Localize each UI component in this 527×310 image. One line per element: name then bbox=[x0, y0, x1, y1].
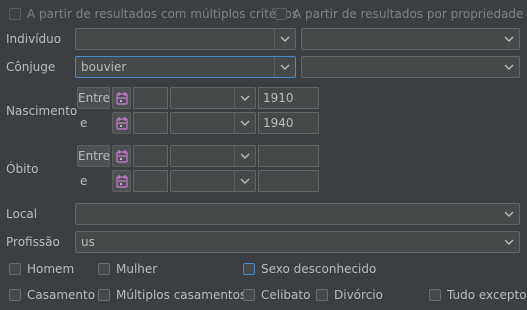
birth-between-button[interactable]: Entre bbox=[77, 87, 110, 109]
birth-to-qualifier-combo[interactable] bbox=[170, 112, 256, 134]
individual-combo[interactable] bbox=[75, 28, 296, 50]
death-to-qualifier-combo[interactable] bbox=[170, 170, 256, 192]
spouse-value: bouvier bbox=[81, 60, 127, 74]
chevron-down-icon[interactable] bbox=[235, 113, 255, 133]
calendar-icon[interactable] bbox=[112, 87, 131, 109]
female-label: Mulher bbox=[116, 262, 158, 276]
birth-to-modifier[interactable] bbox=[133, 112, 168, 134]
multiple-marriages-checkbox[interactable] bbox=[98, 289, 110, 301]
birth-and-label: e bbox=[80, 116, 88, 130]
spouse-combo[interactable]: bouvier bbox=[75, 56, 296, 78]
birth-to-year-input[interactable]: 1940 bbox=[258, 112, 319, 134]
death-from-year-input[interactable] bbox=[258, 145, 319, 167]
unknown-sex-checkbox[interactable] bbox=[243, 263, 255, 275]
death-and-label: e bbox=[80, 174, 88, 188]
by-property-checkbox[interactable] bbox=[275, 8, 287, 20]
divorce-label: Divórcio bbox=[334, 288, 383, 302]
divorce-checkbox[interactable] bbox=[316, 289, 328, 301]
chevron-down-icon[interactable] bbox=[235, 146, 255, 166]
death-from-modifier[interactable] bbox=[133, 145, 168, 167]
chevron-down-icon[interactable] bbox=[235, 88, 255, 108]
all-except-checkbox[interactable] bbox=[429, 289, 441, 301]
marriage-checkbox[interactable] bbox=[9, 289, 21, 301]
unknown-sex-label: Sexo desconhecido bbox=[261, 262, 377, 276]
calendar-icon[interactable] bbox=[112, 112, 131, 134]
chevron-down-icon[interactable] bbox=[499, 232, 519, 252]
chevron-down-icon[interactable] bbox=[499, 204, 519, 224]
marriage-label: Casamento bbox=[27, 288, 96, 302]
individual-combo-secondary[interactable] bbox=[301, 28, 520, 50]
by-property-label: A partir de resultados por propriedade bbox=[293, 7, 524, 21]
death-to-year-input[interactable] bbox=[258, 170, 319, 192]
calendar-icon[interactable] bbox=[112, 170, 131, 192]
birth-label: Nascimento bbox=[6, 104, 78, 118]
spouse-label: Cônjuge bbox=[6, 60, 56, 74]
death-label: Óbito bbox=[6, 162, 39, 176]
all-except-label: Tudo excepto bbox=[447, 288, 527, 302]
chevron-down-icon[interactable] bbox=[499, 57, 519, 77]
death-from-qualifier-combo[interactable] bbox=[170, 145, 256, 167]
birth-from-qualifier-combo[interactable] bbox=[170, 87, 256, 109]
multi-criteria-label: A partir de resultados com múltiplos cri… bbox=[27, 7, 299, 21]
place-combo[interactable] bbox=[75, 203, 520, 225]
chevron-down-icon[interactable] bbox=[275, 29, 295, 49]
birth-from-modifier[interactable] bbox=[133, 87, 168, 109]
chevron-down-icon[interactable] bbox=[499, 29, 519, 49]
multiple-marriages-label: Múltiplos casamentos bbox=[116, 288, 247, 302]
profession-value: us bbox=[81, 235, 95, 249]
birth-from-year-value: 1910 bbox=[263, 91, 294, 105]
celibate-checkbox[interactable] bbox=[243, 289, 255, 301]
individual-label: Indivíduo bbox=[6, 32, 62, 46]
male-checkbox[interactable] bbox=[9, 263, 21, 275]
birth-to-year-value: 1940 bbox=[263, 116, 294, 130]
male-label: Homem bbox=[27, 262, 75, 276]
spouse-combo-secondary[interactable] bbox=[301, 56, 520, 78]
multi-criteria-checkbox[interactable] bbox=[9, 8, 21, 20]
death-between-button[interactable]: Entre bbox=[77, 145, 110, 167]
death-to-modifier[interactable] bbox=[133, 170, 168, 192]
chevron-down-icon[interactable] bbox=[235, 171, 255, 191]
female-checkbox[interactable] bbox=[98, 263, 110, 275]
profession-combo[interactable]: us bbox=[75, 231, 520, 253]
chevron-down-icon[interactable] bbox=[275, 57, 295, 77]
celibate-label: Celibato bbox=[261, 288, 311, 302]
birth-from-year-input[interactable]: 1910 bbox=[258, 87, 319, 109]
place-label: Local bbox=[6, 207, 38, 221]
profession-label: Profissão bbox=[6, 235, 60, 249]
calendar-icon[interactable] bbox=[112, 145, 131, 167]
